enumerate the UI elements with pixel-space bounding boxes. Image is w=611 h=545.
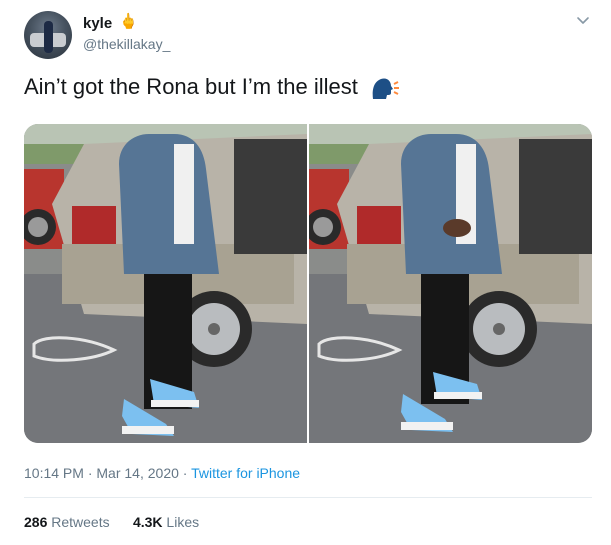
tweet-date[interactable]: Mar 14, 2020 [96,465,179,481]
tweet-card: kyle 🖕 @thekillakay_ Ain’t got the Rona … [0,0,611,545]
speaking-head-icon [372,78,399,100]
meta-separator: · [182,465,188,481]
tweet-time[interactable]: 10:14 PM [24,465,84,481]
user-handle[interactable]: @thekillakay_ [83,36,170,52]
divider [24,497,592,498]
tweet-text: Ain’t got the Rona but I’m the illest [24,73,400,101]
display-name[interactable]: kyle [83,15,112,32]
retweets-count: 286 [24,514,48,530]
likes-stat[interactable]: 4.3K Likes [133,514,199,530]
tweet-photo-1[interactable] [24,124,307,443]
tweet-text-body: Ain’t got the Rona but I’m the illest [24,74,358,99]
tweet-photo-2[interactable] [309,124,592,443]
retweets-stat[interactable]: 286 Retweets [24,514,110,530]
media-grid [24,124,592,443]
retweets-label: Retweets [51,514,110,530]
likes-label: Likes [166,514,200,530]
tweet-source-link[interactable]: Twitter for iPhone [191,465,300,481]
middle-finger-emoji-icon: 🖕 [119,13,138,30]
likes-count: 4.3K [132,514,163,530]
tweet-stats: 286 Retweets 4.3K Likes [24,514,199,530]
avatar-person-shape [44,21,53,53]
meta-separator: · [87,465,93,481]
avatar[interactable] [24,11,72,59]
chevron-down-icon[interactable] [574,12,592,30]
tweet-metadata: 10:14 PM · Mar 14, 2020 · Twitter for iP… [24,465,300,481]
